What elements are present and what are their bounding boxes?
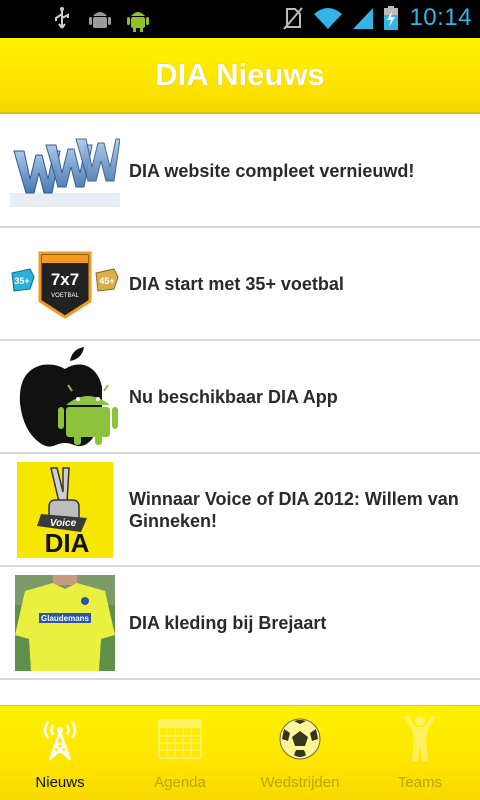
news-title: DIA website compleet vernieuwd! bbox=[129, 160, 415, 181]
wifi-icon bbox=[313, 5, 343, 31]
yellow-shirt-photo-image: Glaudemans bbox=[10, 573, 120, 673]
news-item[interactable]: Nu beschikbaar DIA App bbox=[0, 341, 480, 454]
svg-text:DIA: DIA bbox=[45, 528, 90, 558]
apple-android-logo-image bbox=[10, 346, 120, 447]
news-title: DIA kleding bij Brejaart bbox=[129, 612, 327, 633]
android-icon bbox=[126, 6, 150, 32]
tab-wedstrijden[interactable]: Wedstrijden bbox=[240, 706, 360, 800]
svg-text:Glaudemans: Glaudemans bbox=[41, 614, 90, 623]
player-icon bbox=[397, 715, 443, 762]
svg-text:7x7: 7x7 bbox=[51, 270, 79, 289]
tab-agenda[interactable]: Agenda bbox=[120, 706, 240, 800]
tab-label: Agenda bbox=[154, 774, 206, 791]
tab-label: Wedstrijden bbox=[260, 774, 340, 791]
usb-icon bbox=[50, 6, 74, 32]
page-title: DIA Nieuws bbox=[155, 57, 325, 92]
no-sim-icon bbox=[281, 5, 305, 31]
voice-of-dia-logo-image: Voice DIA bbox=[10, 460, 120, 560]
svg-text:35+: 35+ bbox=[14, 276, 29, 286]
tab-label: Nieuws bbox=[35, 774, 85, 791]
www-logo-image bbox=[10, 121, 120, 221]
status-bar: 10:14 bbox=[0, 0, 480, 38]
bottom-tab-bar: Nieuws Agenda Wedstrijden Teams bbox=[0, 705, 480, 800]
calendar-icon bbox=[157, 716, 203, 762]
news-item[interactable]: Glaudemans DIA kleding bij Brejaart bbox=[0, 567, 480, 680]
svg-text:45+: 45+ bbox=[99, 276, 114, 286]
clock: 10:14 bbox=[409, 4, 472, 31]
news-item[interactable]: DIA website compleet vernieuwd! bbox=[0, 115, 480, 228]
soccer-ball-icon bbox=[277, 716, 323, 762]
news-title: Nu beschikbaar DIA App bbox=[129, 386, 338, 407]
antenna-icon bbox=[37, 716, 83, 762]
tab-nieuws[interactable]: Nieuws bbox=[0, 706, 120, 800]
signal-icon bbox=[351, 5, 375, 31]
tab-teams[interactable]: Teams bbox=[360, 706, 480, 800]
tab-label: Teams bbox=[397, 774, 443, 791]
news-title: DIA start met 35+ voetbal bbox=[129, 273, 344, 294]
battery-charging-icon bbox=[383, 5, 399, 31]
app-header: DIA Nieuws bbox=[0, 38, 480, 114]
news-item[interactable] bbox=[0, 680, 480, 705]
svg-text:VOETBAL: VOETBAL bbox=[51, 293, 79, 299]
7x7-voetbal-badge-image: 35+ 45+ 7x7 VOETBAL bbox=[10, 234, 120, 334]
news-title: Winnaar Voice of DIA 2012: Willem van Gi… bbox=[129, 488, 459, 531]
news-list[interactable]: DIA website compleet vernieuwd! 35+ 45+ … bbox=[0, 115, 480, 705]
android-debug-icon bbox=[88, 6, 112, 32]
news-item[interactable]: 35+ 45+ 7x7 VOETBAL DIA start met 35+ vo… bbox=[0, 228, 480, 341]
news-item[interactable]: Voice DIA Winnaar Voice of DIA 2012: Wil… bbox=[0, 454, 480, 567]
